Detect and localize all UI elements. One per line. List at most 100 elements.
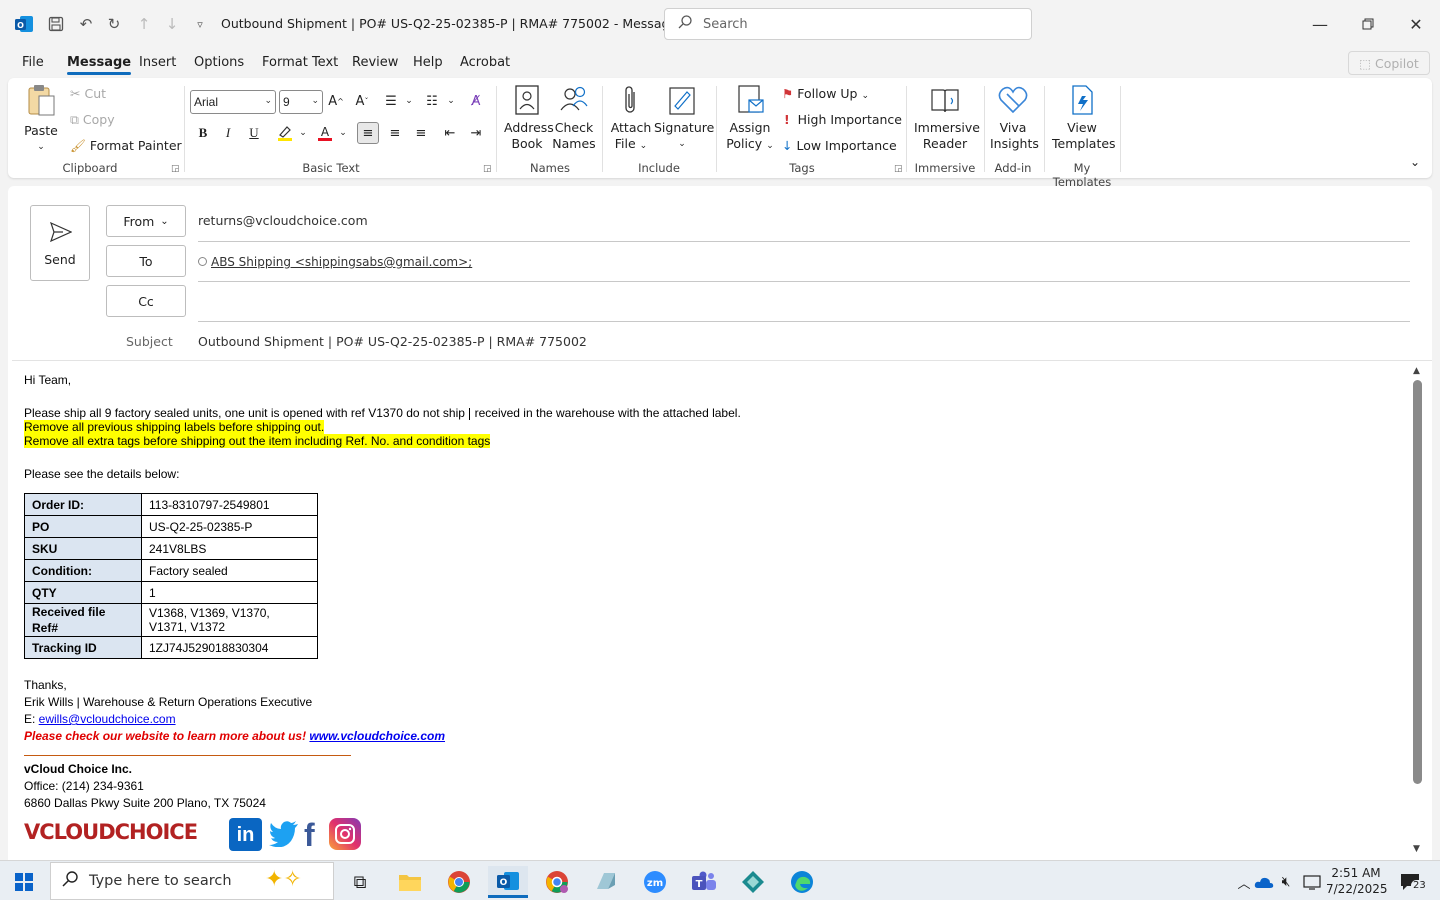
align-left-icon[interactable]: ≡ <box>357 122 379 144</box>
cc-button[interactable]: Cc <box>106 285 186 317</box>
instagram-icon[interactable] <box>329 818 361 850</box>
customize-qat-icon[interactable]: ▿ <box>190 13 210 35</box>
address-book-icon <box>515 85 539 115</box>
edge-icon[interactable] <box>782 866 822 898</box>
table-value: 1ZJ74J529018830304 <box>141 636 318 659</box>
up-arrow-icon[interactable]: ↑ <box>132 13 156 35</box>
copilot-button[interactable]: ⬚ Copilot <box>1348 51 1430 75</box>
align-right-icon[interactable]: ≡ <box>410 122 432 144</box>
view-templates-button[interactable]: View Templates <box>1052 84 1116 152</box>
restore-icon[interactable] <box>1345 10 1391 38</box>
dialog-launcher-icon[interactable]: ◲ <box>483 164 492 174</box>
taskbar-search-input[interactable]: Type here to search ✦✧ <box>50 862 334 900</box>
paste-button[interactable]: Paste ⌄ <box>24 84 58 155</box>
app-icon[interactable] <box>586 866 626 898</box>
website-link[interactable]: www.vcloudchoice.com <box>309 729 445 743</box>
send-button[interactable]: Send <box>30 205 90 281</box>
assign-policy-button[interactable]: Assign Policy ⌄ <box>726 84 774 154</box>
highlighted-line: Remove all extra tags before shipping ou… <box>24 434 491 448</box>
collapse-ribbon-icon[interactable]: ⌄ <box>1410 154 1420 170</box>
signature-button[interactable]: Signature ⌄ <box>654 84 714 152</box>
shrink-font-icon[interactable]: Aˇ <box>351 90 373 112</box>
viva-insights-button[interactable]: Viva Insights <box>990 84 1039 152</box>
attach-file-button[interactable]: Attach File ⌄ <box>610 84 652 154</box>
task-view-icon[interactable]: ⧉ <box>340 866 380 898</box>
twitter-icon[interactable] <box>268 818 300 850</box>
notifications-icon[interactable]: 23 <box>1390 866 1430 898</box>
format-painter-button[interactable]: 🖌 Format Painter <box>70 138 182 154</box>
dialog-launcher-icon[interactable]: ◲ <box>894 164 903 174</box>
facebook-icon[interactable]: f <box>304 818 324 852</box>
group-label-immersive: Immersive <box>914 161 976 175</box>
scroll-up-icon[interactable]: ▲ <box>1413 366 1420 376</box>
chevron-down-icon[interactable]: ⌄ <box>440 90 462 112</box>
teams-icon[interactable]: T <box>684 866 724 898</box>
zoom-icon[interactable]: zm <box>635 866 675 898</box>
align-center-icon[interactable]: ≡ <box>384 122 406 144</box>
from-button[interactable]: From ⌄ <box>106 205 186 237</box>
bold-icon[interactable]: B <box>192 122 214 144</box>
windows-start-icon[interactable] <box>4 866 44 898</box>
tab-help[interactable]: Help <box>413 55 443 70</box>
search-highlight-icon: ✦✧ <box>265 867 302 892</box>
immersive-reader-button[interactable]: Immersive Reader <box>914 84 980 152</box>
email-link[interactable]: ewills@vcloudchoice.com <box>39 712 176 726</box>
high-importance-button[interactable]: ! High Importance <box>784 112 902 128</box>
tab-options[interactable]: Options <box>194 55 244 70</box>
chrome-icon[interactable] <box>439 866 479 898</box>
file-explorer-icon[interactable] <box>390 866 430 898</box>
font-name-combo[interactable]: Arial ⌄ <box>190 90 276 114</box>
arrow-down-icon: ↓ <box>782 138 793 153</box>
cut-button[interactable]: ✂ Cut <box>70 86 106 102</box>
low-importance-button[interactable]: ↓ Low Importance <box>782 138 897 154</box>
table-row: PO US-Q2-25-02385-P <box>24 515 318 538</box>
dialog-launcher-icon[interactable]: ◲ <box>171 164 180 174</box>
undo-icon[interactable]: ↶ <box>74 13 98 35</box>
increase-indent-icon[interactable]: ⇥ <box>465 122 487 144</box>
app-diamond-icon[interactable] <box>733 866 773 898</box>
tab-message[interactable]: Message <box>67 55 132 75</box>
to-field[interactable]: ABS Shipping <shippingsabs@gmail.com>; <box>198 254 472 269</box>
message-body[interactable]: Hi Team, Please ship all 9 factory seale… <box>24 372 1404 856</box>
scroll-down-icon[interactable]: ▼ <box>1413 844 1420 854</box>
tab-acrobat[interactable]: Acrobat <box>460 55 510 70</box>
tab-insert[interactable]: Insert <box>139 55 176 70</box>
tab-file[interactable]: File <box>22 55 44 70</box>
scrollbar-thumb[interactable] <box>1413 380 1422 784</box>
save-icon[interactable] <box>44 13 68 35</box>
cc-field[interactable] <box>198 293 1398 309</box>
to-button[interactable]: To <box>106 245 186 277</box>
search-input[interactable]: Search <box>664 8 1032 40</box>
subject-label: Subject <box>126 334 173 349</box>
address-book-button[interactable]: Address Book <box>504 84 554 152</box>
close-icon[interactable]: ✕ <box>1393 10 1439 38</box>
tab-review[interactable]: Review <box>352 55 398 70</box>
font-size-combo[interactable]: 9 ⌄ <box>279 90 323 114</box>
linkedin-icon[interactable]: in <box>229 818 262 851</box>
subject-field[interactable]: Outbound Shipment | PO# US-Q2-25-02385-P… <box>198 334 587 349</box>
tab-format-text[interactable]: Format Text <box>262 55 338 70</box>
outlook-taskbar-icon[interactable]: O <box>488 866 528 898</box>
down-arrow-icon[interactable]: ↓ <box>160 13 184 35</box>
table-key: PO <box>24 515 142 538</box>
table-key: Condition: <box>24 559 142 582</box>
viva-insights-icon <box>998 86 1028 114</box>
follow-up-button[interactable]: ⚑ Follow Up ⌄ <box>782 86 869 104</box>
divider <box>198 281 1410 282</box>
check-names-button[interactable]: Check Names <box>552 84 596 152</box>
redo-icon[interactable]: ↻ <box>102 13 126 35</box>
decrease-indent-icon[interactable]: ⇤ <box>439 122 461 144</box>
system-clock[interactable]: 2:51 AM 7/22/2025 <box>1326 865 1388 897</box>
chevron-down-icon[interactable]: ⌄ <box>398 90 420 112</box>
minimize-icon[interactable]: — <box>1297 10 1343 38</box>
chevron-down-icon[interactable]: ⌄ <box>332 122 354 144</box>
italic-icon[interactable]: I <box>217 122 239 144</box>
grow-font-icon[interactable]: A ^ <box>325 90 347 112</box>
clear-formatting-icon[interactable]: A̸ <box>465 90 487 112</box>
copy-button[interactable]: ⧉ Copy <box>70 112 115 128</box>
chevron-down-icon[interactable]: ⌄ <box>292 122 314 144</box>
table-key: QTY <box>24 581 142 604</box>
chrome-profile-icon[interactable] <box>537 866 577 898</box>
recipient-token[interactable]: ABS Shipping <shippingsabs@gmail.com>; <box>211 255 472 269</box>
underline-icon[interactable]: U <box>243 122 265 144</box>
